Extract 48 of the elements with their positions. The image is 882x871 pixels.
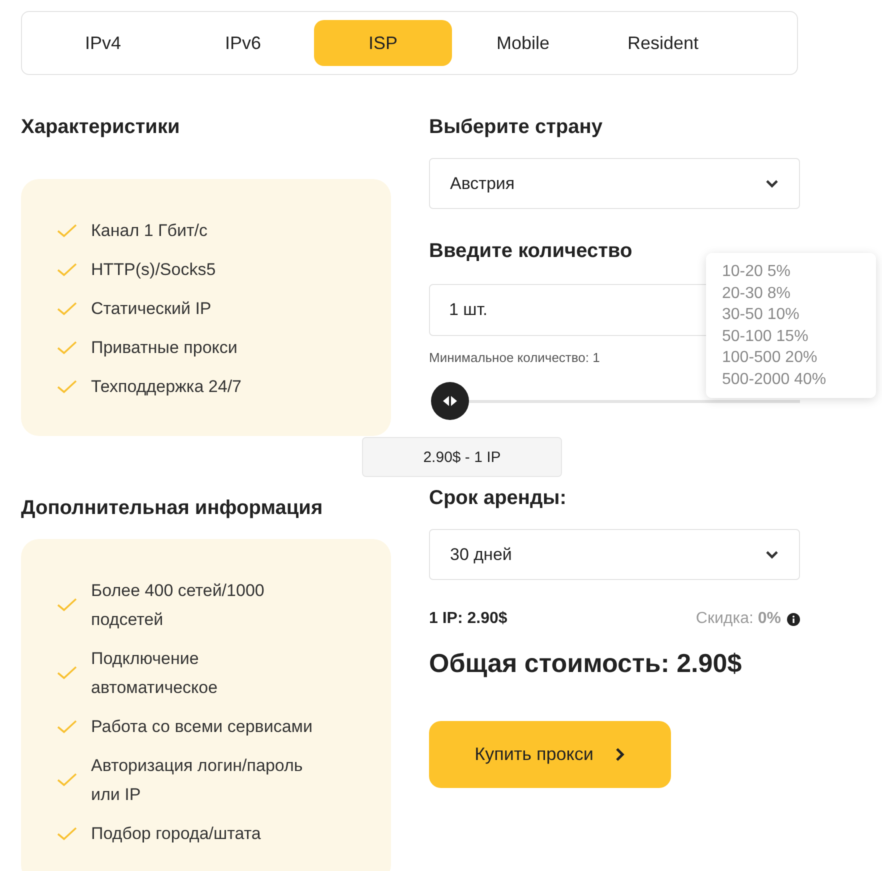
field-label: Срок аренды: xyxy=(429,486,568,510)
tab[interactable]: Mobile xyxy=(454,20,592,66)
check-icon xyxy=(57,224,77,238)
section-heading: Дополнительная информация xyxy=(21,496,324,520)
discount-tier-label: 10-20 5% xyxy=(722,262,792,282)
feature-text: Более 400 сетей/1000 подсетей xyxy=(91,580,266,631)
feature-text: Техподдержка 24/7 xyxy=(91,376,242,398)
feature-text: Канал 1 Гбит/с xyxy=(91,220,208,242)
check-icon xyxy=(57,773,77,787)
discount-tier-label: 20-30 8% xyxy=(722,284,792,304)
discount-text: Скидка: 0% xyxy=(696,610,781,628)
discount-tier-label: 100-500 20% xyxy=(722,348,818,368)
unit-price: 1 IP: 2.90$ xyxy=(429,610,508,628)
dropdown[interactable]: 30 дней xyxy=(429,529,800,580)
price-tooltip: 2.90$ - 1 IP xyxy=(362,437,562,477)
slider-handle[interactable] xyxy=(431,382,469,420)
hint-text: Минимальное количество: 1 xyxy=(429,350,600,365)
check-icon xyxy=(57,598,77,612)
feature-text: Подключение автоматическое xyxy=(91,648,219,699)
info-icon[interactable] xyxy=(787,612,800,626)
check-icon xyxy=(57,302,77,316)
check-icon xyxy=(57,666,77,680)
total-price: Общая стоимость: 2.90$ xyxy=(429,648,743,679)
check-icon xyxy=(57,720,77,734)
chevron-down-icon xyxy=(765,550,779,559)
tab[interactable]: IPv4 xyxy=(34,20,172,66)
feature-text: Приватные прокси xyxy=(91,337,238,359)
check-icon xyxy=(57,380,77,394)
feature-text: Работа со всеми сервисами xyxy=(91,716,312,738)
check-icon xyxy=(57,826,77,840)
field-label: Выберите страну xyxy=(429,115,604,139)
tab[interactable]: IPv6 xyxy=(174,20,312,66)
tab[interactable]: Resident xyxy=(594,20,732,66)
discount-tier-label: 500-2000 40% xyxy=(722,370,828,390)
chevron-down-icon xyxy=(765,179,779,188)
check-icon xyxy=(57,340,77,354)
feature-text: Подбор города/штата xyxy=(91,823,261,845)
field-label: Введите количество xyxy=(429,239,634,263)
feature-text: HTTP(s)/Socks5 xyxy=(91,259,216,281)
feature-text: Статический IP xyxy=(91,298,212,320)
tab[interactable]: ISP xyxy=(314,20,452,66)
check-icon xyxy=(57,262,77,276)
dropdown[interactable]: Австрия xyxy=(429,158,800,209)
discount-tier-label: 30-50 10% xyxy=(722,305,800,325)
buy-button[interactable]: Купить прокси xyxy=(429,721,671,788)
chevron-right-icon xyxy=(615,747,626,762)
feature-text: Авторизация логин/пароль или IP xyxy=(91,755,304,806)
section-heading: Характеристики xyxy=(21,115,181,139)
